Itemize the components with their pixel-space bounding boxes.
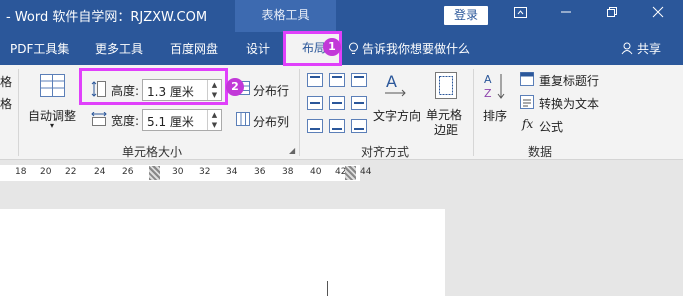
step-badge-2: 2: [226, 78, 244, 96]
tab-baidu-netdisk[interactable]: 百度网盘: [170, 40, 218, 57]
column-marker[interactable]: [149, 166, 160, 180]
distribute-columns-icon: [236, 112, 250, 126]
group-divider: [299, 69, 300, 156]
title-bar: - Word 软件自学网：RJZXW.COM 表格工具 登录: [0, 0, 683, 32]
minimize-icon: [561, 11, 571, 13]
tab-design[interactable]: 设计: [246, 40, 270, 57]
table-autofit-icon: [40, 74, 65, 97]
align-middle-center-button[interactable]: [329, 96, 345, 110]
svg-text:Z: Z: [484, 87, 492, 100]
close-icon: [652, 6, 664, 18]
partial-label-top: 格: [0, 75, 13, 89]
login-button[interactable]: 登录: [444, 6, 488, 25]
align-bottom-center-button[interactable]: [329, 119, 345, 133]
convert-to-text-icon: [520, 95, 534, 109]
ruler-tick: 34: [226, 167, 238, 177]
close-button[interactable]: [635, 0, 681, 32]
restore-button[interactable]: [589, 0, 635, 32]
column-width-icon: [91, 112, 107, 126]
text-direction-label: 文字方向: [373, 109, 422, 123]
ruler-tick: 20: [40, 167, 52, 177]
formula-label: 公式: [539, 120, 564, 134]
distribute-rows-button[interactable]: 分布行: [236, 80, 294, 100]
repeat-header-label: 重复标题行: [539, 74, 600, 88]
ruler-tick: 24: [94, 167, 106, 177]
svg-text:A: A: [386, 72, 397, 91]
group-divider: [18, 69, 19, 156]
ruler-tick: 32: [199, 167, 211, 177]
height-field-callout: [79, 68, 228, 105]
repeat-header-icon: [520, 72, 534, 86]
ruler-tick: 26: [122, 167, 134, 177]
sort-az-icon: A Z: [484, 73, 505, 100]
autofit-dropdown-icon: ▾: [50, 121, 55, 130]
ruler-tick: 40: [310, 167, 322, 177]
ribbon-options-icon: [513, 7, 527, 18]
align-top-right-button[interactable]: [351, 73, 367, 87]
cell-size-dialog-launcher-icon[interactable]: ◢: [289, 146, 295, 155]
distribute-columns-label: 分布列: [253, 115, 290, 129]
cell-margins-label-line2: 边距: [434, 123, 459, 137]
tab-more-tools[interactable]: 更多工具: [95, 40, 143, 57]
data-group-label: 数据: [528, 145, 553, 159]
ruler-tick: 38: [282, 167, 294, 177]
table-tools-context-label: 表格工具: [235, 0, 336, 32]
align-bottom-left-button[interactable]: [307, 119, 323, 133]
convert-to-text-button[interactable]: 转换为文本: [520, 94, 610, 112]
ruler-tick: 44: [360, 167, 372, 177]
distribute-columns-button[interactable]: 分布列: [236, 111, 294, 131]
convert-to-text-label: 转换为文本: [539, 97, 600, 111]
align-bottom-right-button[interactable]: [351, 119, 367, 133]
align-top-center-button[interactable]: [329, 73, 345, 87]
ruler-tick: 30: [172, 167, 184, 177]
lightbulb-icon: [349, 42, 358, 54]
repeat-header-rows-button[interactable]: 重复标题行: [520, 71, 610, 89]
align-middle-left-button[interactable]: [307, 96, 323, 110]
width-label: 宽度:: [111, 114, 140, 128]
svg-text:A: A: [484, 73, 492, 86]
step-badge-1: 1: [323, 38, 341, 56]
cell-margins-button[interactable]: 单元格 边距: [425, 71, 467, 137]
align-middle-right-button[interactable]: [351, 96, 367, 110]
text-direction-button[interactable]: A 文字方向: [371, 71, 425, 133]
ruler-tick: 36: [254, 167, 266, 177]
sort-label: 排序: [483, 109, 508, 123]
tell-me-label: 告诉我你想要做什么: [362, 42, 471, 56]
ribbon-display-options-button[interactable]: [497, 0, 543, 32]
cell-size-group-label: 单元格大小: [122, 145, 183, 159]
fx-icon: fx: [522, 117, 534, 131]
tab-pdf-tools[interactable]: PDF工具集: [10, 40, 69, 57]
share-label: 共享: [636, 42, 661, 56]
tell-me-search[interactable]: 告诉我你想要做什么: [348, 40, 470, 57]
ruler-tick: 18: [15, 167, 27, 177]
width-value: 5.1 厘米: [147, 115, 194, 129]
horizontal-ruler[interactable]: 18 20 22 24 26 30 32 34 36 38 40 42 44: [0, 162, 683, 184]
alignment-group-label: 对齐方式: [361, 145, 410, 159]
person-icon: [621, 42, 633, 55]
align-top-left-button[interactable]: [307, 73, 323, 87]
width-spinner[interactable]: 5.1 厘米 ▲ ▼: [142, 109, 222, 131]
text-direction-icon: A: [385, 72, 406, 97]
minimize-button[interactable]: [543, 0, 589, 32]
sort-button[interactable]: A Z 排序: [479, 71, 515, 133]
column-marker[interactable]: [345, 166, 356, 180]
ruler-tick: 22: [65, 167, 77, 177]
document-page[interactable]: [0, 209, 445, 296]
group-divider: [473, 69, 474, 156]
formula-button[interactable]: fx 公式: [520, 117, 610, 135]
cell-margins-icon: [435, 72, 457, 99]
share-button[interactable]: 共享: [621, 40, 661, 57]
table-border-line: [327, 281, 328, 296]
distribute-rows-label: 分布行: [253, 84, 290, 98]
restore-icon: [607, 7, 617, 17]
window-title: - Word 软件自学网：RJZXW.COM: [6, 10, 208, 25]
partial-label-bottom: 格: [0, 97, 13, 111]
width-spin-arrows[interactable]: ▲ ▼: [207, 110, 221, 130]
autofit-button[interactable]: 自动调整 ▾: [26, 71, 80, 133]
